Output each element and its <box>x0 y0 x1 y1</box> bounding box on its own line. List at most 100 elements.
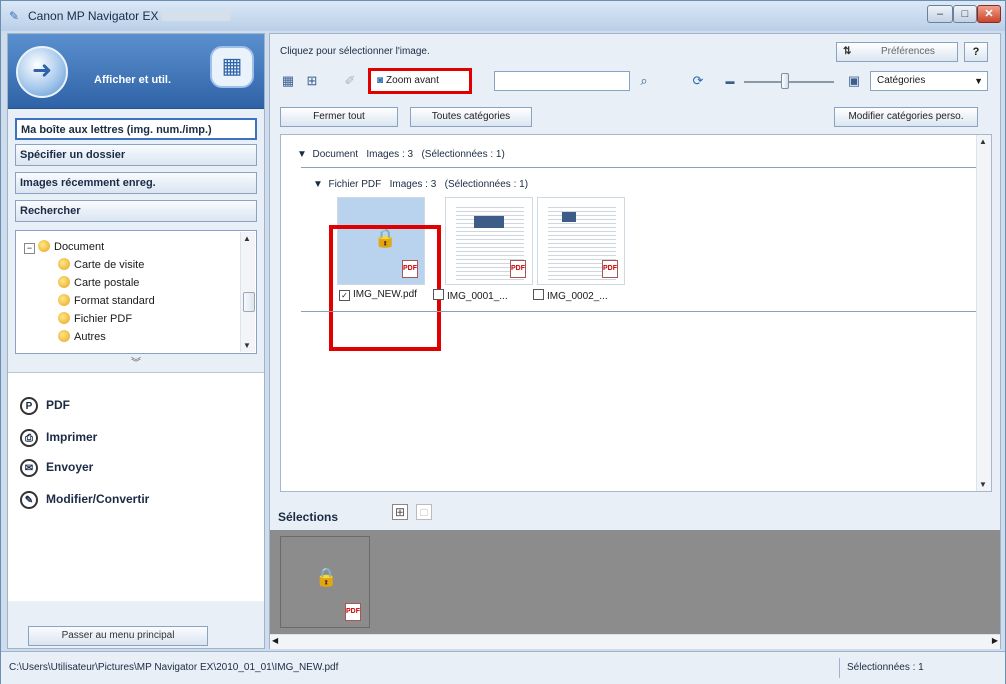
right-panel: Cliquez pour sélectionner l'image. ⇅ Préf… <box>269 33 1001 649</box>
mail-icon: ✉ <box>20 458 38 477</box>
group-document[interactable]: ▼ Document Images : 3 (Sélectionnées : 1… <box>297 149 505 160</box>
zoom-in-button[interactable]: ◙ Zoom avant <box>368 68 472 94</box>
tree-item-document[interactable]: Document <box>38 239 104 255</box>
tree-item-others[interactable]: Autres <box>58 329 106 345</box>
thumbnail-img-0001[interactable]: PDF <box>445 197 533 285</box>
caption-text: IMG_0002_... <box>547 291 608 302</box>
category-icon <box>58 312 70 324</box>
navigator-logo-icon[interactable]: ➜ <box>16 46 68 98</box>
selections-grid-icon[interactable]: ⊞ <box>392 504 408 520</box>
tree-item-standard-format[interactable]: Format standard <box>58 293 155 309</box>
title-blur <box>161 11 231 21</box>
scroll-down-icon[interactable]: ▼ <box>243 341 251 350</box>
tree-item-business-card[interactable]: Carte de visite <box>58 257 144 273</box>
content-scrollbar[interactable]: ▲ ▼ <box>976 135 991 491</box>
lock-icon: 🔒 <box>315 567 338 587</box>
action-print[interactable]: ⎙ Imprimer <box>20 425 97 449</box>
small-size-icon[interactable]: ▬ <box>722 73 738 89</box>
chevron-double-down-icon[interactable]: ︾ <box>8 358 264 370</box>
selected-thumbnail[interactable]: 🔒 PDF <box>280 536 370 628</box>
category-icon <box>58 294 70 306</box>
category-tree: − Document Carte de visite Carte postale… <box>15 230 257 354</box>
tree-item-pdf-file[interactable]: Fichier PDF <box>58 311 132 327</box>
thumbnail-caption[interactable]: ✓ IMG_NEW.pdf <box>339 289 417 301</box>
large-size-icon[interactable]: ▣ <box>846 73 862 89</box>
preferences-label: Préférences <box>881 46 935 57</box>
refresh-icon[interactable]: ⟳ <box>690 73 706 89</box>
all-categories-button[interactable]: Toutes catégories <box>410 107 532 127</box>
group-pdf[interactable]: ▼ Fichier PDF Images : 3 (Sélectionnées … <box>313 179 528 190</box>
app-window: ✎ Canon MP Navigator EX – □ ✕ ➜ Afficher… <box>0 0 1006 684</box>
search-icon[interactable]: ⌕ <box>636 73 652 89</box>
checkbox[interactable] <box>533 289 544 300</box>
tree-item-postcard[interactable]: Carte postale <box>58 275 139 291</box>
zoom-icon: ◙ <box>377 75 384 86</box>
scroll-left-icon[interactable]: ◀ <box>272 636 278 645</box>
action-label: Modifier/Convertir <box>46 492 150 506</box>
caption-text: IMG_0001_... <box>447 291 508 302</box>
group-selected: (Sélectionnées : 1) <box>444 179 529 190</box>
nav-specify-folder[interactable]: Spécifier un dossier <box>15 144 257 166</box>
selections-scrollbar[interactable]: ◀ ▶ <box>270 634 1000 649</box>
tree-collapse-icon[interactable]: − <box>24 243 35 254</box>
chevron-down-icon: ▼ <box>974 76 983 86</box>
thumbnail-view-icon[interactable]: ▦ <box>280 73 296 89</box>
scroll-up-icon[interactable]: ▲ <box>243 234 251 243</box>
selected-count: Sélectionnées : 1 <box>847 662 924 673</box>
edit-disabled-icon: ✐ <box>344 73 356 88</box>
status-divider <box>839 658 840 678</box>
preferences-button[interactable]: ⇅ Préférences <box>836 42 958 62</box>
modify-categories-button[interactable]: Modifier catégories perso. <box>834 107 978 127</box>
group-count: Images : 3 <box>389 179 437 190</box>
scroll-down-icon[interactable]: ▼ <box>979 480 987 489</box>
group-name: Document <box>312 149 359 160</box>
preview-block <box>562 212 576 222</box>
scroll-up-icon[interactable]: ▲ <box>979 137 987 146</box>
checkbox[interactable] <box>433 289 444 300</box>
category-select[interactable]: Catégories ▼ <box>870 71 988 91</box>
mode-label: Afficher et util. <box>94 74 172 86</box>
action-pdf[interactable]: P PDF <box>20 393 70 417</box>
thumbnail-size-slider[interactable] <box>744 81 834 83</box>
nav-recent-images[interactable]: Images récemment enreg. <box>15 172 257 194</box>
scroll-right-icon[interactable]: ▶ <box>992 636 998 645</box>
checkbox-checked[interactable]: ✓ <box>339 290 350 301</box>
action-label: Imprimer <box>46 430 98 444</box>
preview-block <box>474 216 504 228</box>
nav-mailbox[interactable]: Ma boîte aux lettres (img. num./imp.) <box>15 118 257 140</box>
slider-thumb[interactable] <box>781 73 789 89</box>
main-menu-button[interactable]: Passer au menu principal <box>28 626 208 646</box>
caption-text: IMG_NEW.pdf <box>353 289 417 300</box>
thumbnail-img-0002[interactable]: PDF <box>537 197 625 285</box>
action-edit-convert[interactable]: ✎ Modifier/Convertir <box>20 487 149 511</box>
tree-label: Format standard <box>74 295 155 307</box>
monitor-icon[interactable]: ▦ <box>210 46 254 88</box>
minimize-button[interactable]: – <box>927 5 953 23</box>
tree-label: Document <box>54 241 105 253</box>
selections-single-icon: □ <box>416 504 432 520</box>
thumbnail-caption[interactable]: IMG_0001_... <box>433 289 508 302</box>
close-all-button[interactable]: Fermer tout <box>280 107 398 127</box>
pdf-badge-icon: PDF <box>602 260 618 278</box>
nav-search[interactable]: Rechercher <box>15 200 257 222</box>
grid-view-icon[interactable]: ⊞ <box>304 73 320 89</box>
pdf-icon: P <box>20 396 38 415</box>
status-bar: C:\Users\Utilisateur\Pictures\MP Navigat… <box>1 651 1005 684</box>
tree-scrollbar[interactable]: ▲ ▼ <box>240 232 255 352</box>
help-button[interactable]: ? <box>964 42 988 62</box>
category-icon <box>58 276 70 288</box>
zoom-label: Zoom avant <box>386 75 439 86</box>
instruction-text: Cliquez pour sélectionner l'image. <box>280 46 430 57</box>
action-send[interactable]: ✉ Envoyer <box>20 455 93 479</box>
search-input[interactable] <box>494 71 630 91</box>
thumbnail-caption[interactable]: IMG_0002_... <box>533 289 608 302</box>
highlight-frame <box>329 225 441 351</box>
mode-header: ➜ Afficher et util. ▦ <box>8 34 264 109</box>
maximize-button[interactable]: □ <box>953 5 977 23</box>
preferences-icon: ⇅ <box>843 46 852 57</box>
scrollbar-thumb[interactable] <box>243 292 255 312</box>
close-button[interactable]: ✕ <box>977 5 1001 23</box>
pdf-badge-icon: PDF <box>510 260 526 278</box>
group-name: Fichier PDF <box>328 179 382 190</box>
select-value: Catégories <box>877 75 926 86</box>
